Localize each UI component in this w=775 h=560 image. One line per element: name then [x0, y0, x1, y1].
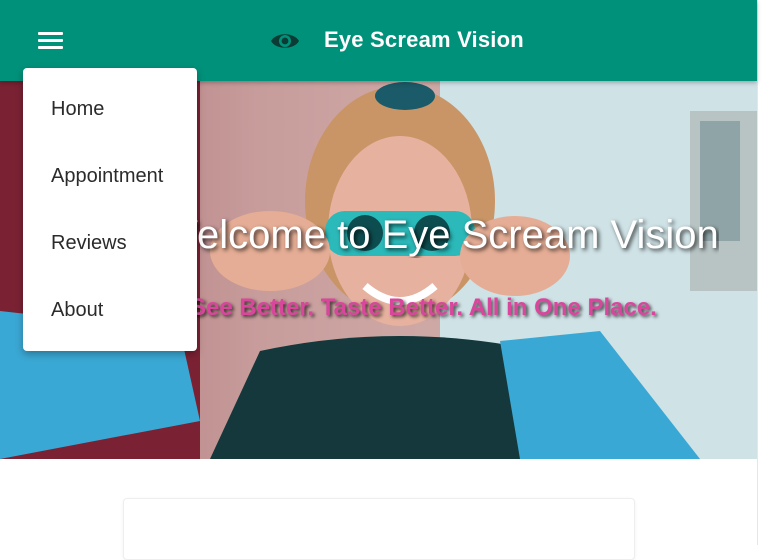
menu-item-about[interactable]: About	[23, 277, 197, 344]
page-scroll-gutter	[757, 0, 775, 545]
app-title: Eye Scream Vision	[324, 27, 524, 52]
hero-title: Welcome to Eye Scream Vision	[160, 213, 719, 257]
menu-item-reviews[interactable]: Reviews	[23, 210, 197, 277]
hamburger-menu-icon[interactable]	[38, 32, 63, 51]
menu-item-home[interactable]: Home	[23, 76, 197, 143]
eye-icon	[271, 34, 299, 48]
navigation-dropdown-menu: Home Appointment Reviews About	[23, 68, 197, 351]
menu-item-appointment[interactable]: Appointment	[23, 143, 197, 210]
content-card	[123, 498, 635, 560]
hero-subtitle: See Better. Taste Better. All in One Pla…	[190, 294, 657, 321]
